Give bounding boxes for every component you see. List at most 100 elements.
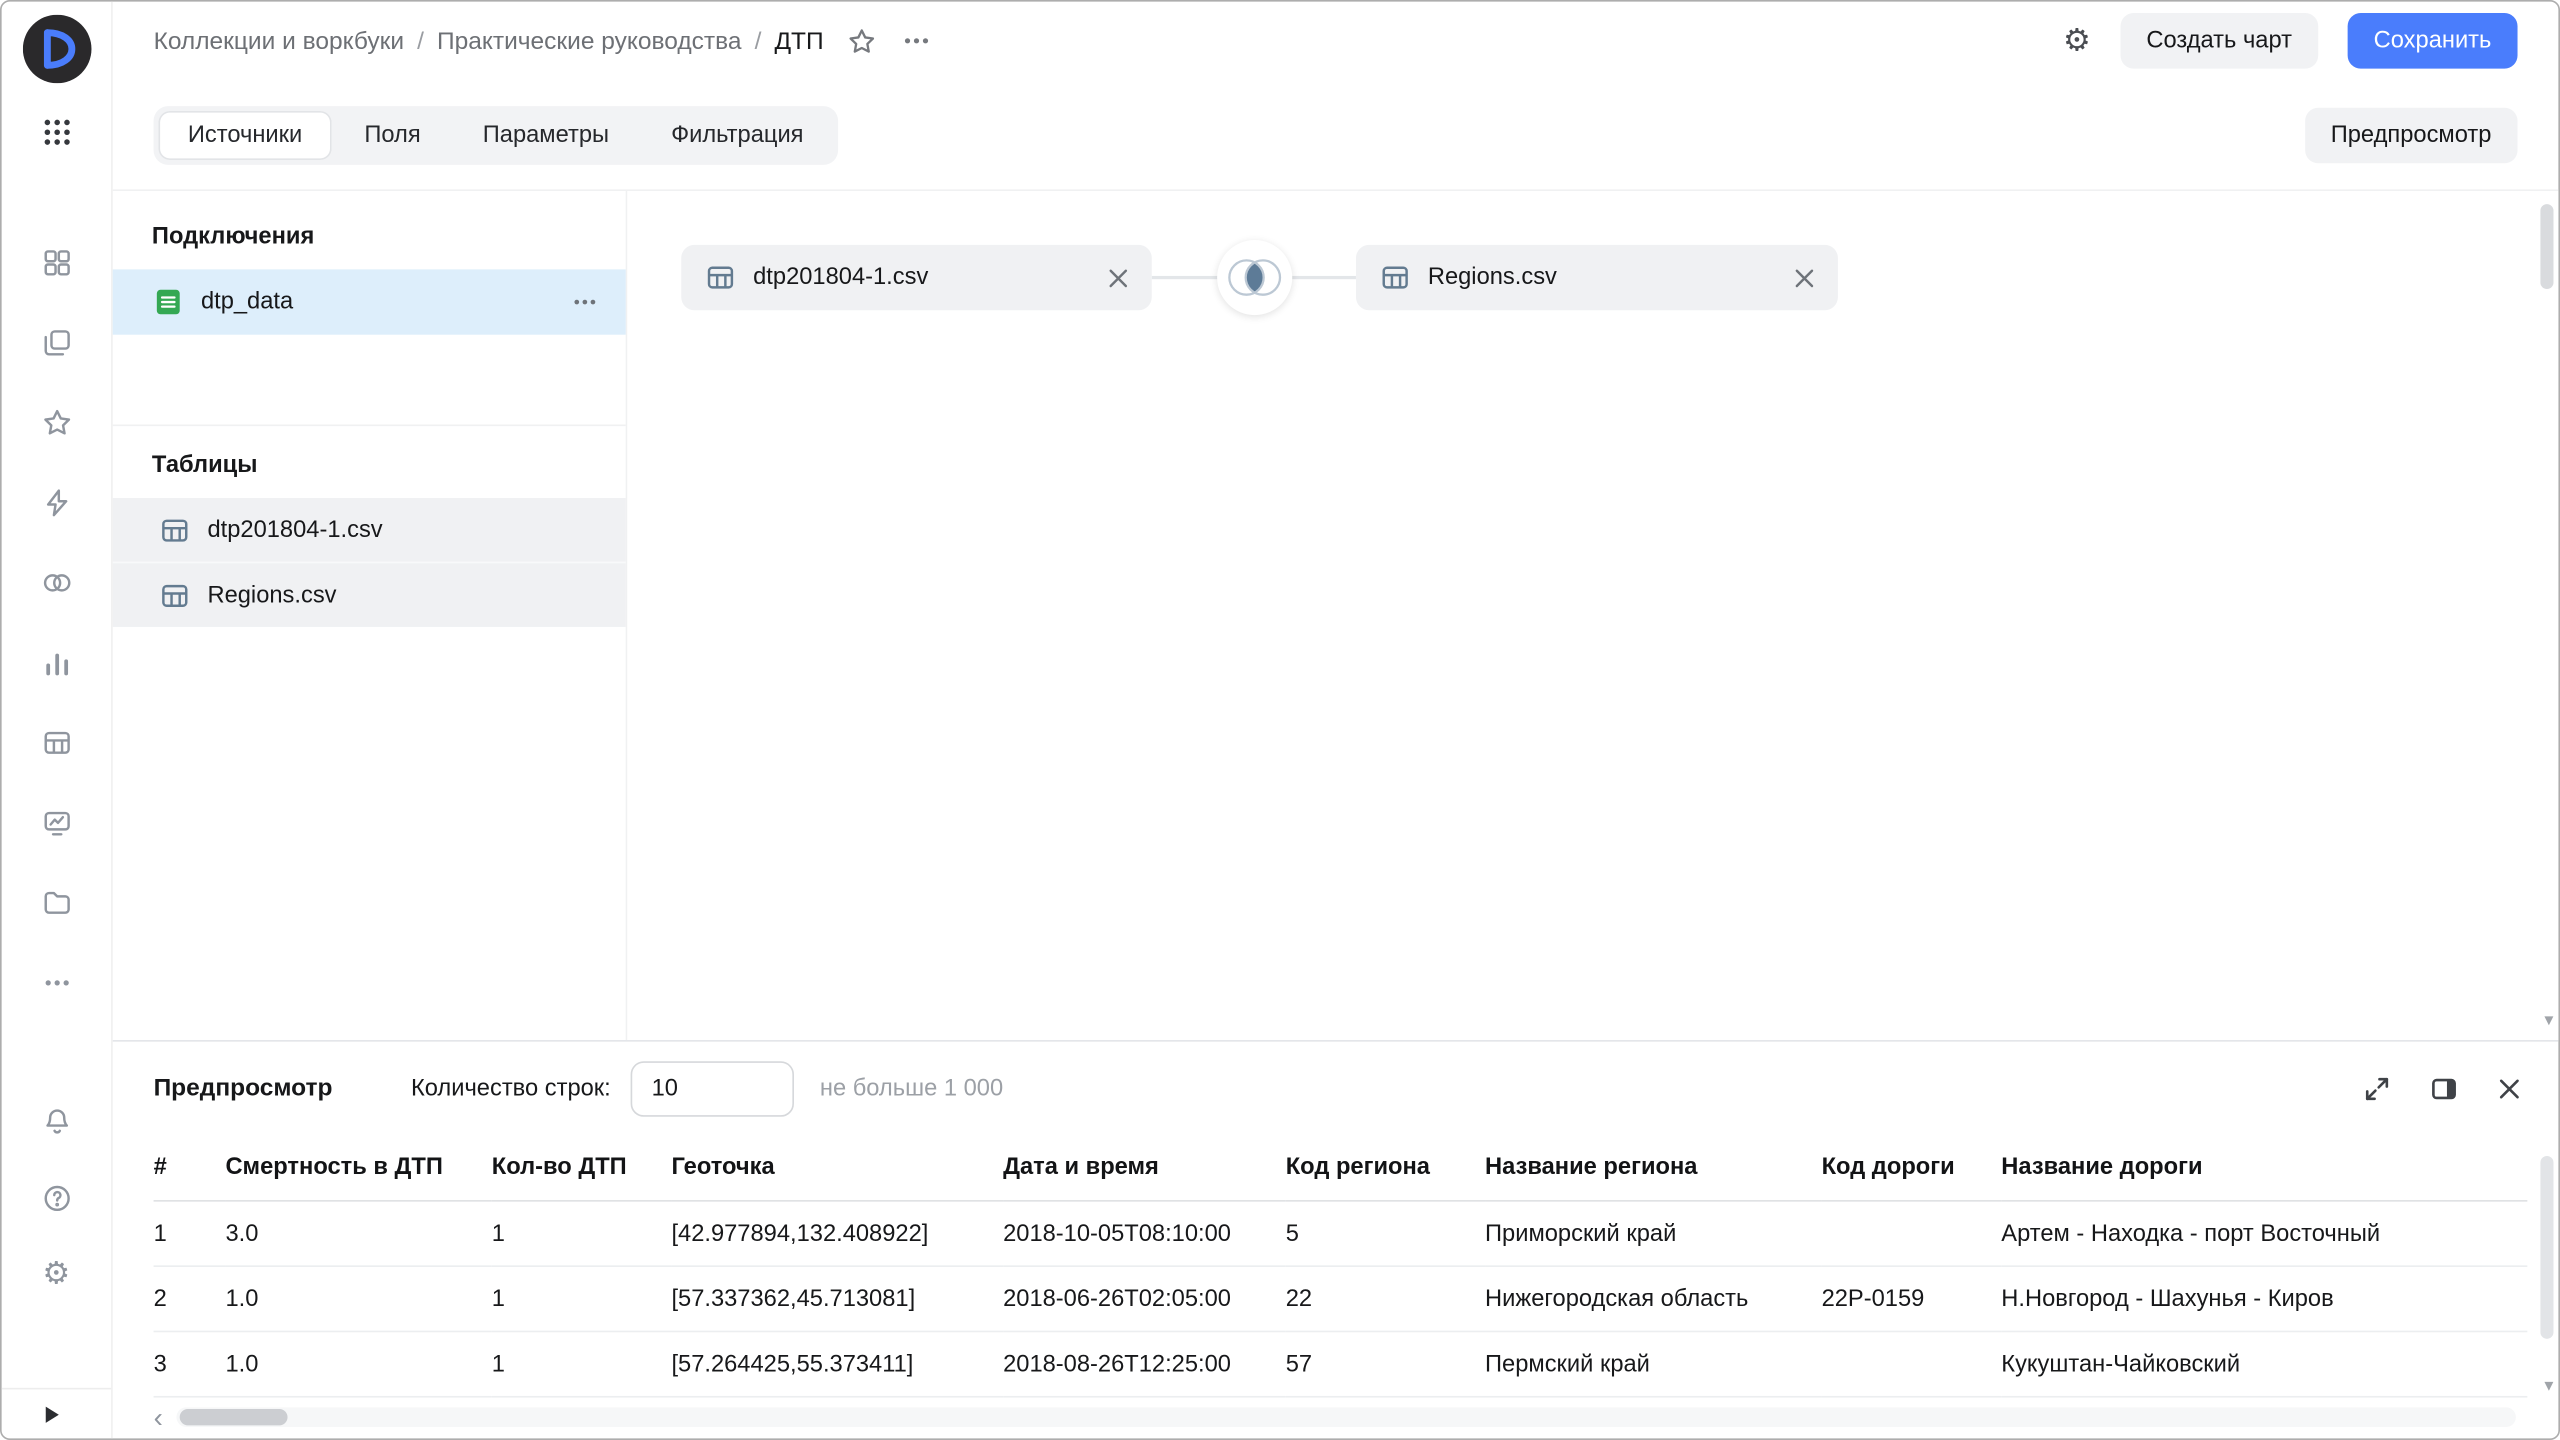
table-row: 1 3.0 1 [42.977894,132.408922] 2018-10-0… xyxy=(154,1201,2528,1266)
canvas-scrollbar-thumb[interactable] xyxy=(2540,204,2553,289)
column-header: Название региона xyxy=(1485,1135,1822,1201)
column-header: Код региона xyxy=(1286,1135,1485,1201)
connection-item-dtp-data[interactable]: dtp_data xyxy=(113,269,626,334)
preview-header: Предпросмотр Количество строк: не больше… xyxy=(113,1042,2559,1135)
row-count-input[interactable] xyxy=(630,1060,793,1116)
canvas-node-dtp201804[interactable]: dtp201804-1.csv xyxy=(681,245,1152,310)
table-grid-icon xyxy=(158,513,191,546)
cell: 1 xyxy=(154,1201,226,1266)
play-icon[interactable] xyxy=(44,1405,60,1423)
rail-footer xyxy=(2,1388,111,1439)
column-header: Код дороги xyxy=(1822,1135,2002,1201)
chevron-left-icon[interactable]: ‹ xyxy=(154,1403,163,1431)
breadcrumb-guides[interactable]: Практические руководства xyxy=(437,27,742,55)
table-row: 2 1.0 1 [57.337362,45.713081] 2018-06-26… xyxy=(154,1266,2528,1331)
row-count-hint: не больше 1 000 xyxy=(820,1075,1003,1101)
tab-group: Источники Поля Параметры Фильтрация xyxy=(154,105,838,164)
table-item-label: dtp201804-1.csv xyxy=(207,517,382,543)
connections-title: Подключения xyxy=(113,224,626,250)
preview-table: # Смертность в ДТП Кол-во ДТП Геоточка Д… xyxy=(154,1135,2528,1398)
table-header-row: # Смертность в ДТП Кол-во ДТП Геоточка Д… xyxy=(154,1135,2528,1201)
expand-icon[interactable] xyxy=(2362,1074,2391,1103)
entry-menu-icon[interactable] xyxy=(900,24,933,57)
cell: Артем - Находка - порт Восточный xyxy=(2001,1201,2527,1266)
settings-icon[interactable]: ⚙ xyxy=(42,1259,70,1290)
folder-icon[interactable] xyxy=(40,887,73,920)
cell: [57.264425,55.373411] xyxy=(671,1331,1003,1396)
tables-title: Таблицы xyxy=(113,452,626,478)
connection-menu-icon[interactable] xyxy=(570,287,599,316)
breadcrumb-separator: / xyxy=(417,27,424,55)
workspace: Подключения dtp_data xyxy=(113,191,2559,1040)
preview-panel: Предпросмотр Количество строк: не больше… xyxy=(113,1040,2559,1438)
main-area: Коллекции и воркбуки / Практические руко… xyxy=(113,2,2559,1439)
cell: Приморский край xyxy=(1485,1201,1822,1266)
table-row: 3 1.0 1 [57.264425,55.373411] 2018-08-26… xyxy=(154,1331,2528,1396)
canvas-node-regions[interactable]: Regions.csv xyxy=(1356,245,1838,310)
scrollbar-track[interactable] xyxy=(176,1407,2516,1427)
table-item-regions[interactable]: Regions.csv xyxy=(113,562,626,627)
tab-fields[interactable]: Поля xyxy=(335,110,450,159)
monitor-chart-icon[interactable] xyxy=(40,807,73,840)
remove-table-icon[interactable] xyxy=(1794,267,1815,288)
apps-grid-icon[interactable] xyxy=(40,116,73,149)
join-canvas[interactable]: dtp201804-1.csv xyxy=(627,191,2558,1040)
scrollbar-thumb[interactable] xyxy=(179,1409,287,1425)
chevron-down-icon[interactable]: ▾ xyxy=(2544,1378,2553,1396)
left-rail: ⚙ xyxy=(2,2,113,1439)
cell: 2 xyxy=(154,1266,226,1331)
column-header: Смертность в ДТП xyxy=(225,1135,491,1201)
star-icon[interactable] xyxy=(40,407,73,440)
cell: [57.337362,45.713081] xyxy=(671,1266,1003,1331)
breadcrumb-separator: / xyxy=(755,27,762,55)
grid-squares-icon[interactable] xyxy=(40,247,73,280)
table-icon[interactable] xyxy=(40,727,73,760)
favorite-star-icon[interactable] xyxy=(847,25,878,56)
remove-table-icon[interactable] xyxy=(1108,267,1129,288)
venn-icon[interactable] xyxy=(40,567,73,600)
layers-icon[interactable] xyxy=(40,327,73,360)
cell: [42.977894,132.408922] xyxy=(671,1201,1003,1266)
app-window: ⚙ Коллекции и воркбуки / Практические ру… xyxy=(0,0,2560,1440)
inner-join-icon[interactable] xyxy=(1217,240,1292,315)
dataset-settings-icon[interactable]: ⚙ xyxy=(2063,25,2091,56)
horizontal-scrollbar[interactable]: ‹ xyxy=(154,1401,2516,1434)
preview-toggle-button[interactable]: Предпросмотр xyxy=(2305,107,2518,163)
cell: 1.0 xyxy=(225,1266,491,1331)
cell: 2018-08-26T12:25:00 xyxy=(1003,1331,1286,1396)
preview-scrollbar-thumb[interactable] xyxy=(2540,1156,2553,1339)
bar-chart-icon[interactable] xyxy=(40,647,73,680)
chevron-down-icon[interactable]: ▾ xyxy=(2544,1012,2553,1030)
csv-file-icon xyxy=(152,286,185,319)
cell: 5 xyxy=(1286,1201,1485,1266)
datalens-logo[interactable] xyxy=(22,15,91,84)
close-preview-icon[interactable] xyxy=(2496,1075,2522,1101)
column-header: Дата и время xyxy=(1003,1135,1286,1201)
split-panel-icon[interactable] xyxy=(2429,1074,2458,1103)
table-item-dtp201804[interactable]: dtp201804-1.csv xyxy=(113,498,626,562)
table-grid-icon xyxy=(1379,261,1412,294)
more-icon[interactable] xyxy=(40,967,73,1000)
bell-icon[interactable] xyxy=(40,1105,73,1138)
cell xyxy=(1822,1201,2002,1266)
create-chart-button[interactable]: Создать чарт xyxy=(2120,13,2318,69)
cell: 3.0 xyxy=(225,1201,491,1266)
tab-sources[interactable]: Источники xyxy=(158,110,331,159)
cell: 1 xyxy=(492,1266,672,1331)
cell: Кукуштан-Чайковский xyxy=(2001,1331,2527,1396)
topbar-actions: ⚙ Создать чарт Сохранить xyxy=(2063,13,2518,69)
tab-filtering[interactable]: Фильтрация xyxy=(642,110,833,159)
help-icon[interactable] xyxy=(40,1182,73,1215)
tab-parameters[interactable]: Параметры xyxy=(453,110,638,159)
cell xyxy=(1822,1331,2002,1396)
preview-header-actions xyxy=(2362,1074,2522,1103)
scale-wrapper: ⚙ Коллекции и воркбуки / Практические ру… xyxy=(0,0,2560,1440)
bolt-icon[interactable] xyxy=(40,487,73,520)
breadcrumb-collections[interactable]: Коллекции и воркбуки xyxy=(154,27,404,55)
save-button[interactable]: Сохранить xyxy=(2348,13,2518,69)
cell: 1 xyxy=(492,1201,672,1266)
tabsbar: Источники Поля Параметры Фильтрация Пред… xyxy=(113,80,2559,191)
topbar: Коллекции и воркбуки / Практические руко… xyxy=(113,2,2559,80)
rail-nav xyxy=(40,247,73,1000)
cell: 57 xyxy=(1286,1331,1485,1396)
